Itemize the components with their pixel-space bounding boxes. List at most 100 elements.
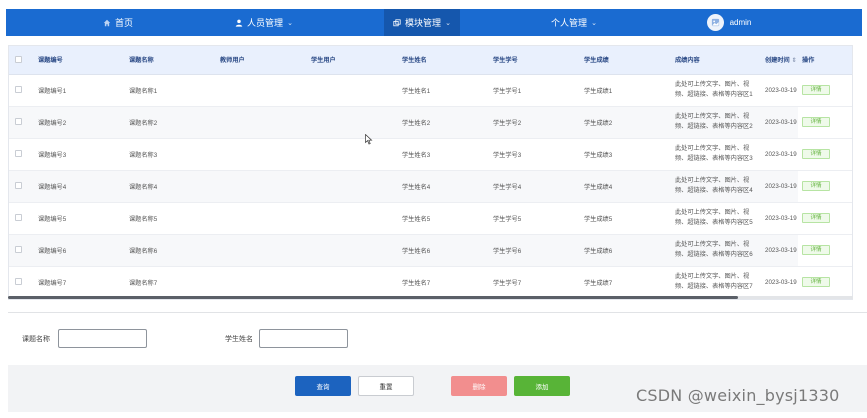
table-cell	[307, 74, 398, 107]
table-cell: 学生姓名5	[398, 202, 489, 235]
table-cell: 此处可上传文字、图片、视频、超链接、表格等内容区5	[671, 202, 761, 235]
nav-user-menu[interactable]: admin	[704, 9, 754, 36]
chevron-down-icon: ⌄	[591, 19, 597, 27]
nav-home[interactable]: 首页	[88, 9, 148, 36]
student-name-label: 学生姓名	[225, 336, 253, 343]
table-cell: 学生姓名2	[398, 106, 489, 139]
table-row[interactable]: 课题编号6 课题名称6 学生姓名6 学生学号6 学生成绩6 此处可上传文字、图片、视频、超…	[9, 234, 852, 267]
delete-button[interactable]: 删除	[451, 376, 507, 396]
table-cell: 2023-03-19 1	[761, 106, 798, 139]
table-cell: 课题名称7	[125, 266, 216, 299]
sort-icon[interactable]: ⇕	[791, 57, 796, 64]
student-name-input[interactable]	[259, 329, 348, 348]
table-cell: 课题编号7	[34, 266, 125, 299]
table-cell: 课题编号2	[34, 106, 125, 139]
table-header-row: 课题编号 课题名称 教师用户 学生用户 学生姓名 学生学号 学生成绩 成绩内容 …	[9, 46, 852, 75]
column-header[interactable]: 学生学号	[489, 46, 580, 75]
nav-people-management[interactable]: 人员管理 ⌄	[224, 9, 304, 36]
table-row[interactable]: 课题编号3 课题名称3 学生姓名3 学生学号3 学生成绩3 此处可上传文字、图片、视频、超…	[9, 138, 852, 171]
table-cell: 课题名称4	[125, 170, 216, 203]
topic-name-label: 课题名称	[22, 336, 50, 343]
table-cell: 2023-03-19 1	[761, 170, 798, 203]
nav-module-label: 模块管理	[405, 18, 442, 28]
table-cell	[307, 106, 398, 139]
column-header: 操作	[798, 46, 852, 75]
table-row[interactable]: 课题编号4 课题名称4 学生姓名4 学生学号4 学生成绩4 此处可上传文字、图片、视频、超…	[9, 170, 852, 203]
table-cell: 学生学号5	[489, 202, 580, 235]
table-cell	[216, 170, 307, 203]
column-header[interactable]: 学生姓名	[398, 46, 489, 75]
table-cell: 学生姓名3	[398, 138, 489, 171]
horizontal-scrollbar-thumb[interactable]	[8, 296, 738, 299]
nav-username: admin	[729, 18, 752, 27]
column-header[interactable]: 学生成绩	[580, 46, 671, 75]
column-header[interactable]: 成绩内容	[671, 46, 761, 75]
table-cell	[216, 106, 307, 139]
table-cell: 课题编号1	[34, 74, 125, 107]
row-checkbox[interactable]	[15, 182, 22, 190]
row-checkbox[interactable]	[15, 278, 22, 286]
column-header[interactable]: 课题编号	[34, 46, 125, 75]
table-cell: 学生成绩4	[580, 170, 671, 203]
table-cell	[216, 74, 307, 107]
nav-module-management[interactable]: 模块管理 ⌄	[384, 9, 460, 36]
table-cell	[216, 266, 307, 299]
detail-button[interactable]: 详情	[802, 149, 830, 159]
table-cell: 学生学号7	[489, 266, 580, 299]
table-cell	[216, 138, 307, 171]
row-checkbox[interactable]	[15, 214, 22, 222]
detail-button[interactable]: 详情	[802, 117, 830, 127]
row-checkbox[interactable]	[15, 150, 22, 158]
row-checkbox[interactable]	[15, 246, 22, 254]
column-header[interactable]: 学生用户	[307, 46, 398, 75]
table-cell: 学生姓名4	[398, 170, 489, 203]
table-cell: 课题名称3	[125, 138, 216, 171]
topic-name-input[interactable]	[58, 329, 147, 348]
row-checkbox[interactable]	[15, 86, 22, 94]
column-header[interactable]: 教师用户	[216, 46, 307, 75]
nav-personal-management[interactable]: 个人管理 ⌄	[542, 9, 606, 36]
detail-button[interactable]: 详情	[802, 181, 830, 191]
avatar-image-icon	[711, 18, 719, 27]
detail-button[interactable]: 详情	[802, 213, 830, 223]
table-cell	[216, 202, 307, 235]
table-row[interactable]: 课题编号5 课题名称5 学生姓名5 学生学号5 学生成绩5 此处可上传文字、图片、视频、超…	[9, 202, 852, 235]
watermark: CSDN @weixin_bysj1330	[636, 386, 840, 405]
table-cell: 课题编号3	[34, 138, 125, 171]
table-cell	[307, 234, 398, 267]
select-all-checkbox[interactable]	[15, 56, 22, 64]
table-cell: 学生成绩7	[580, 266, 671, 299]
row-checkbox[interactable]	[15, 118, 22, 126]
table-cell: 学生学号3	[489, 138, 580, 171]
table-cell: 学生学号6	[489, 234, 580, 267]
detail-button[interactable]: 详情	[802, 85, 830, 95]
table-cell: 课题名称2	[125, 106, 216, 139]
detail-button[interactable]: 详情	[802, 277, 830, 287]
nav-people-label: 人员管理	[247, 18, 284, 28]
person-icon	[235, 19, 243, 27]
column-header-created-time[interactable]: 创建时间 ⇕	[761, 46, 798, 75]
nav-home-label: 首页	[114, 18, 133, 28]
table-cell	[216, 234, 307, 267]
detail-button[interactable]: 详情	[802, 245, 830, 255]
query-button[interactable]: 查询	[295, 376, 351, 396]
data-table: 课题编号 课题名称 教师用户 学生用户 学生姓名 学生学号 学生成绩 成绩内容 …	[8, 45, 853, 300]
table-cell: 课题名称6	[125, 234, 216, 267]
column-header-label: 创建时间	[765, 57, 790, 65]
mouse-cursor-icon	[365, 134, 373, 145]
table-cell: 此处可上传文字、图片、视频、超链接、表格等内容区2	[671, 106, 761, 139]
table-cell: 课题编号5	[34, 202, 125, 235]
table-cell: 此处可上传文字、图片、视频、超链接、表格等内容区6	[671, 234, 761, 267]
table-row[interactable]: 课题编号2 课题名称2 学生姓名2 学生学号2 学生成绩2 此处可上传文字、图片、视频、超…	[9, 106, 852, 139]
table-cell: 学生学号4	[489, 170, 580, 203]
reset-button[interactable]: 重置	[358, 376, 414, 396]
table-cell: 2023-03-19 1	[761, 266, 798, 299]
home-icon	[103, 19, 111, 26]
page: 首页 人员管理 ⌄ 模块管理 ⌄ 个人管理 ⌄ admin 课题编号 课题名称 …	[0, 0, 867, 418]
add-button[interactable]: 添加	[514, 376, 570, 396]
column-header[interactable]: 课题名称	[125, 46, 216, 75]
table-cell: 此处可上传文字、图片、视频、超链接、表格等内容区3	[671, 138, 761, 171]
chevron-down-icon: ⌄	[445, 19, 451, 27]
table-row[interactable]: 课题编号1 课题名称1 学生姓名1 学生学号1 学生成绩1 此处可上传文字、图片、视频、超…	[9, 74, 852, 107]
table-row[interactable]: 课题编号7 课题名称7 学生姓名7 学生学号7 学生成绩7 此处可上传文字、图片、视频、超…	[9, 266, 852, 299]
